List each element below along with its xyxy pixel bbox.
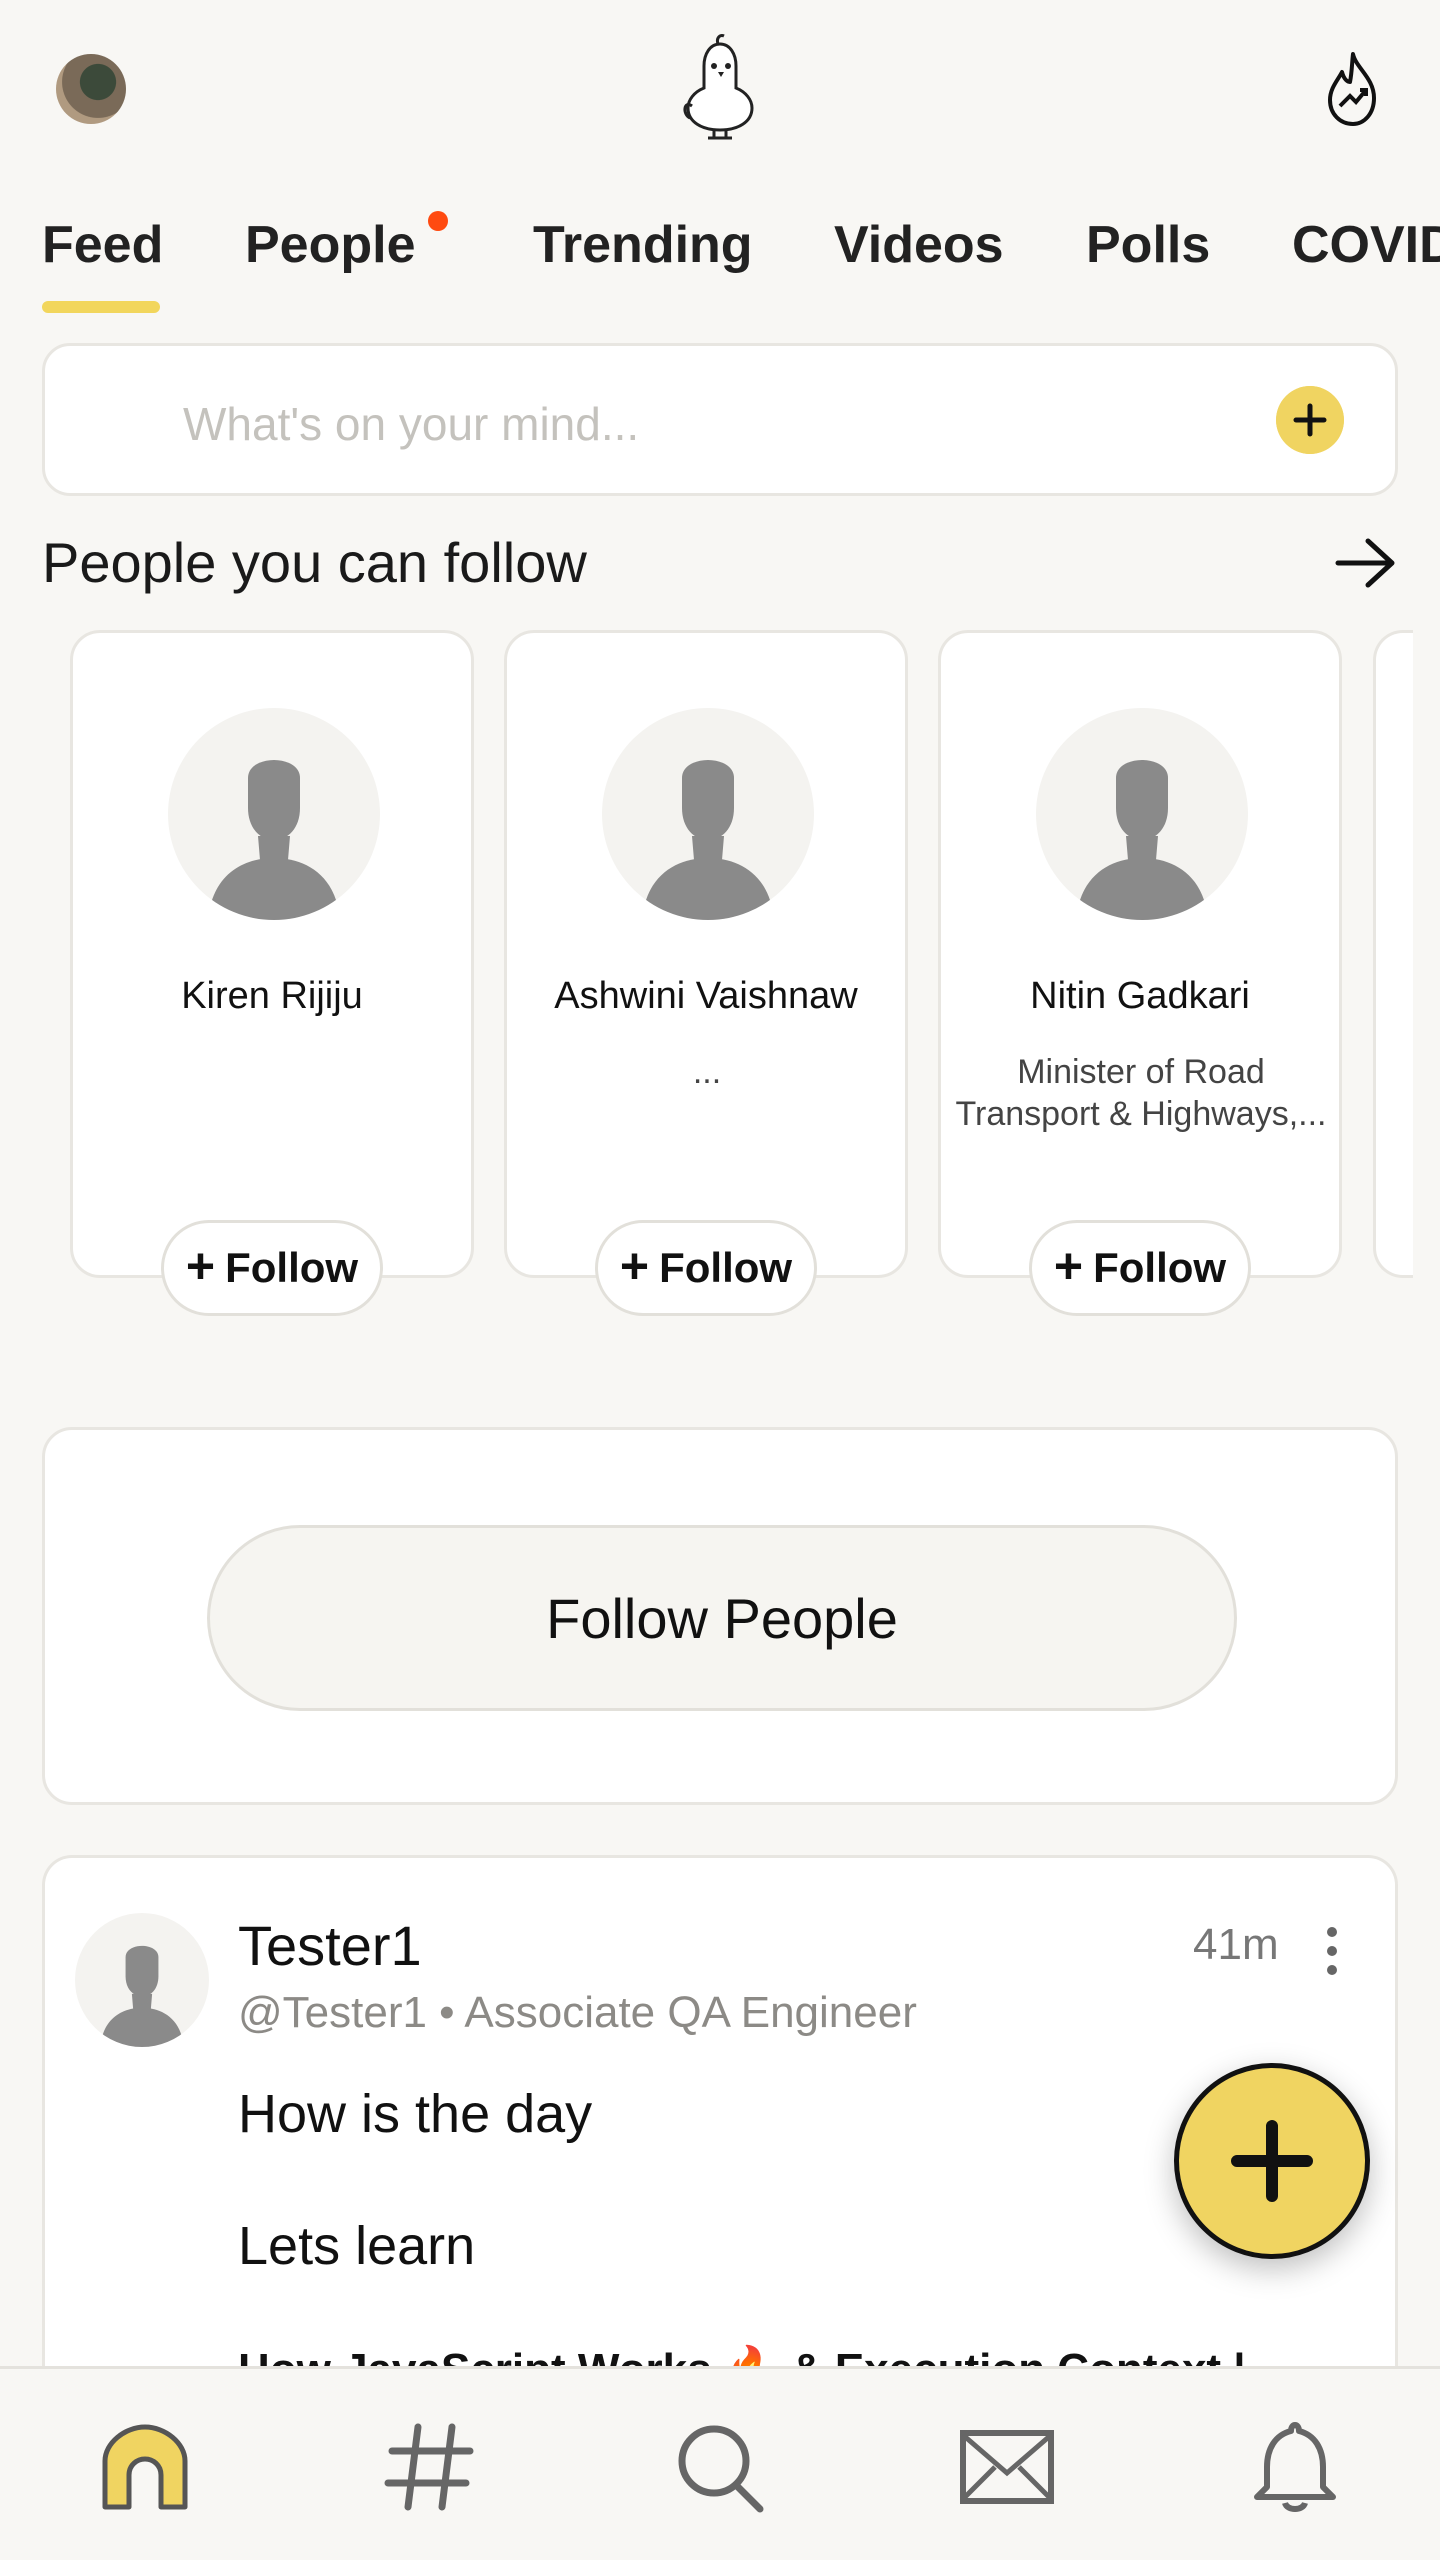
- arrow-right-icon[interactable]: [1334, 535, 1398, 591]
- person-card[interactable]: Kiren Rijiju: [70, 630, 474, 1278]
- post-composer[interactable]: [42, 343, 1398, 496]
- suggestions-title: People you can follow: [42, 531, 587, 594]
- follow-button[interactable]: + Follow: [595, 1220, 817, 1316]
- mail-icon[interactable]: [957, 2417, 1057, 2517]
- composer-plus-icon[interactable]: [1276, 386, 1344, 454]
- person-name: Ashwini Vaishnaw: [554, 975, 858, 1017]
- follow-button[interactable]: + Follow: [1029, 1220, 1251, 1316]
- feed-tabs: Feed People Trending Videos Polls COVID: [0, 205, 1440, 315]
- person-card[interactable]: Nitin Gadkari Minister of Road Transport…: [938, 630, 1342, 1278]
- search-icon[interactable]: [670, 2417, 770, 2517]
- post-author-handle: @Tester1 • Associate QA Engineer: [238, 1988, 917, 2037]
- avatar: [1036, 708, 1248, 920]
- follow-label: Follow: [225, 1244, 359, 1291]
- home-icon[interactable]: [95, 2417, 195, 2517]
- bottom-navigation: [0, 2366, 1440, 2560]
- tab-feed[interactable]: Feed: [42, 215, 163, 275]
- post-text-line: How is the day: [238, 2084, 593, 2144]
- plus-icon: +: [619, 1238, 650, 1294]
- profile-avatar[interactable]: [56, 54, 126, 124]
- koo-logo-icon: [683, 34, 754, 140]
- follow-people-button[interactable]: Follow People: [207, 1525, 1237, 1711]
- person-name: Kiren Rijiju: [181, 975, 363, 1017]
- post-author-name[interactable]: Tester1: [238, 1913, 422, 1978]
- post-author-avatar[interactable]: [75, 1913, 209, 2047]
- person-name: Nitin Gadkari: [1030, 975, 1250, 1017]
- person-description: Minister of Road Transport & Highways,..…: [955, 1053, 1327, 1133]
- tab-polls[interactable]: Polls: [1086, 215, 1210, 275]
- default-user-icon: [1076, 760, 1208, 920]
- trending-flame-icon[interactable]: [1318, 48, 1388, 128]
- plus-icon: +: [185, 1238, 216, 1294]
- avatar: [168, 708, 380, 920]
- post-text-line: Lets learn: [238, 2216, 476, 2276]
- person-card-peek[interactable]: [1373, 630, 1413, 1278]
- person-card[interactable]: Ashwini Vaishnaw ...: [504, 630, 908, 1278]
- tab-people[interactable]: People: [245, 215, 416, 275]
- default-user-icon: [208, 760, 340, 920]
- follow-button[interactable]: + Follow: [161, 1220, 383, 1316]
- create-post-fab[interactable]: [1174, 2063, 1370, 2259]
- tab-trending[interactable]: Trending: [533, 215, 753, 275]
- post-timestamp: 41m: [1193, 1920, 1279, 1969]
- follow-label: Follow: [659, 1244, 793, 1291]
- active-tab-indicator: [42, 301, 160, 313]
- tab-covid[interactable]: COVID: [1292, 215, 1440, 275]
- bell-icon[interactable]: [1245, 2417, 1345, 2517]
- person-description: ...: [692, 1053, 722, 1091]
- follow-label: Follow: [1093, 1244, 1227, 1291]
- more-options-icon[interactable]: [1322, 1926, 1342, 1976]
- default-user-icon: [642, 760, 774, 920]
- plus-icon: +: [1053, 1238, 1084, 1294]
- people-notification-dot: [428, 211, 448, 231]
- composer-input[interactable]: [183, 394, 1183, 454]
- tab-videos[interactable]: Videos: [834, 215, 1004, 275]
- follow-people-panel: Follow People: [42, 1427, 1398, 1805]
- default-user-icon: [100, 1945, 184, 2047]
- avatar: [602, 708, 814, 920]
- hashtag-icon[interactable]: [380, 2417, 480, 2517]
- top-bar: [0, 0, 1440, 180]
- plus-icon: [1231, 2120, 1313, 2202]
